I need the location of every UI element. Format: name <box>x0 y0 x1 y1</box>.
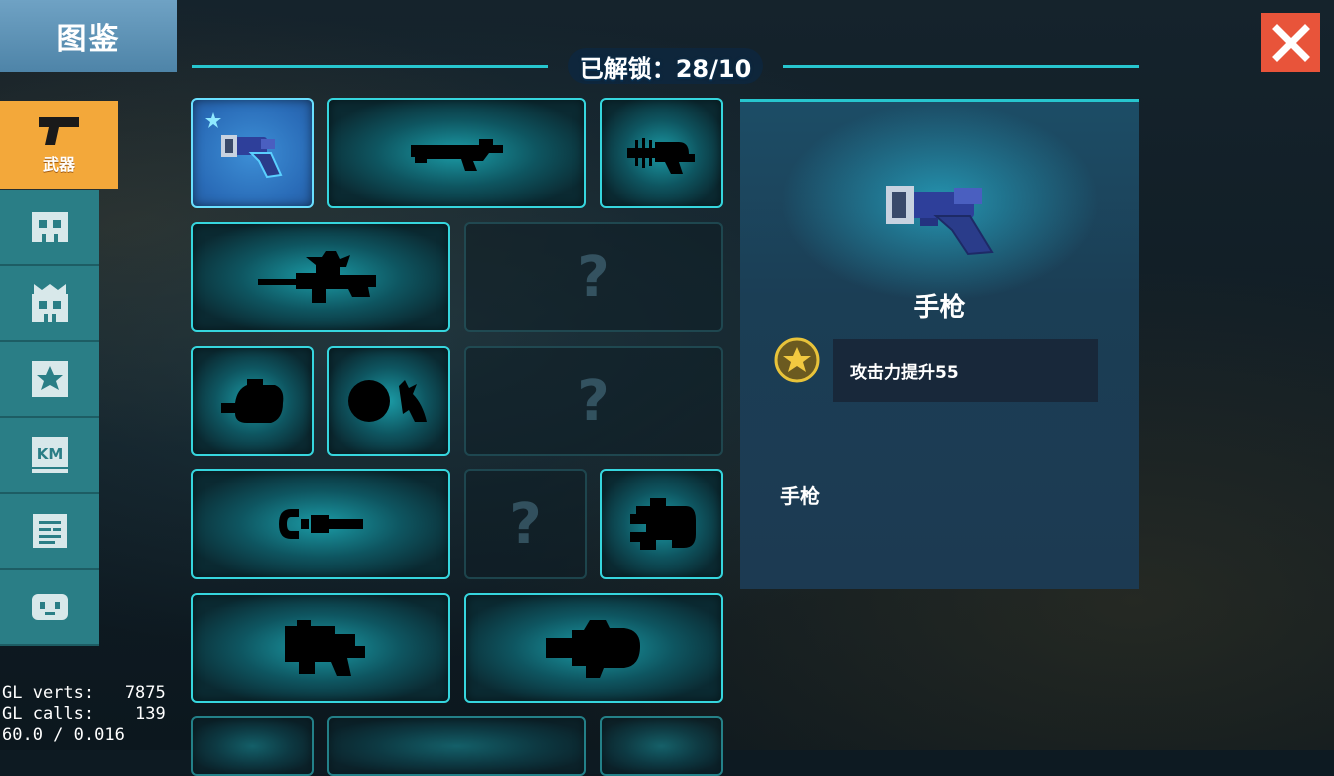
weapon-cell-partial[interactable] <box>600 716 723 776</box>
close-button[interactable] <box>1261 13 1320 72</box>
sidebar-item-bosses[interactable] <box>0 266 99 342</box>
document-icon <box>32 514 67 548</box>
pistol-icon <box>220 135 282 179</box>
debug-calls: GL calls: 139 <box>2 704 166 724</box>
sidebar-item-records[interactable]: KM <box>0 418 99 494</box>
orb-gun-silhouette-icon <box>347 380 427 422</box>
close-icon <box>1271 23 1310 62</box>
sidebar-item-label: 武器 <box>42 155 75 174</box>
sidebar-item-notes[interactable] <box>0 494 99 570</box>
debug-stats: GL verts: 7875 GL calls: 139 60.0 / 0.01… <box>2 683 166 746</box>
star-medal-icon <box>774 337 820 383</box>
weapon-effect: 攻击力提升55 <box>833 339 1098 402</box>
weapon-cell-mace[interactable] <box>191 346 314 456</box>
star-badge-icon <box>205 112 221 128</box>
pet-face-icon <box>31 594 68 620</box>
gatling-silhouette-icon <box>629 498 696 550</box>
weapon-cell-gatling[interactable] <box>600 469 723 579</box>
question-icon: ? <box>509 491 542 557</box>
weapon-cell-orb-gun[interactable] <box>327 346 450 456</box>
cannon-silhouette-icon <box>545 620 640 678</box>
sidebar-item-monsters[interactable] <box>0 190 99 266</box>
sniper-silhouette-icon <box>257 251 376 303</box>
skull-icon <box>31 212 68 242</box>
launcher-silhouette-icon <box>284 620 365 676</box>
mace-silhouette-icon <box>220 379 283 423</box>
km-badge-text: KM <box>36 445 63 463</box>
page-title: 图鉴 <box>0 0 177 72</box>
weapon-cell-sniper[interactable] <box>191 222 450 332</box>
sidebar-item-weapons[interactable]: 武器 <box>0 101 118 189</box>
question-icon: ? <box>577 244 610 310</box>
weapon-cell-rifle[interactable] <box>327 98 586 208</box>
debug-verts: GL verts: 7875 <box>2 683 166 703</box>
weapon-cell-partial[interactable] <box>327 716 586 776</box>
weapon-cell-ray-gun[interactable] <box>600 98 723 208</box>
header-divider-left <box>192 65 548 68</box>
header-divider-right <box>783 65 1139 68</box>
unlock-counter: 已解锁：28/10 <box>579 54 752 83</box>
weapon-cell-locked[interactable]: ? <box>464 346 723 456</box>
rifle-silhouette-icon <box>410 139 503 171</box>
weapon-cell-partial[interactable] <box>191 716 314 776</box>
weapon-description: 手枪 <box>780 484 820 508</box>
weapon-cell-chain-saw[interactable] <box>191 469 450 579</box>
weapon-cell-pistol[interactable] <box>191 98 314 208</box>
sidebar-item-talents[interactable] <box>0 342 99 418</box>
crown-skull-icon <box>31 284 68 322</box>
debug-fps: 60.0 / 0.016 <box>2 725 125 745</box>
pistol-icon <box>39 117 79 145</box>
km-badge-icon: KM <box>31 437 68 473</box>
weapon-cell-launcher[interactable] <box>191 593 450 703</box>
weapon-cell-locked[interactable]: ? <box>464 469 587 579</box>
star-box-icon <box>31 361 68 397</box>
pistol-preview-icon <box>886 186 994 256</box>
weapon-cell-cannon[interactable] <box>464 593 723 703</box>
sidebar-item-pets[interactable] <box>0 570 99 646</box>
chain-saw-silhouette-icon <box>278 509 363 539</box>
weapon-name: 手枪 <box>913 293 966 323</box>
weapon-cell-locked[interactable]: ? <box>464 222 723 332</box>
weapon-detail-panel: 手枪 攻击力提升55 手枪 <box>740 99 1139 589</box>
ray-gun-silhouette-icon <box>626 138 695 174</box>
question-icon: ? <box>577 368 610 434</box>
